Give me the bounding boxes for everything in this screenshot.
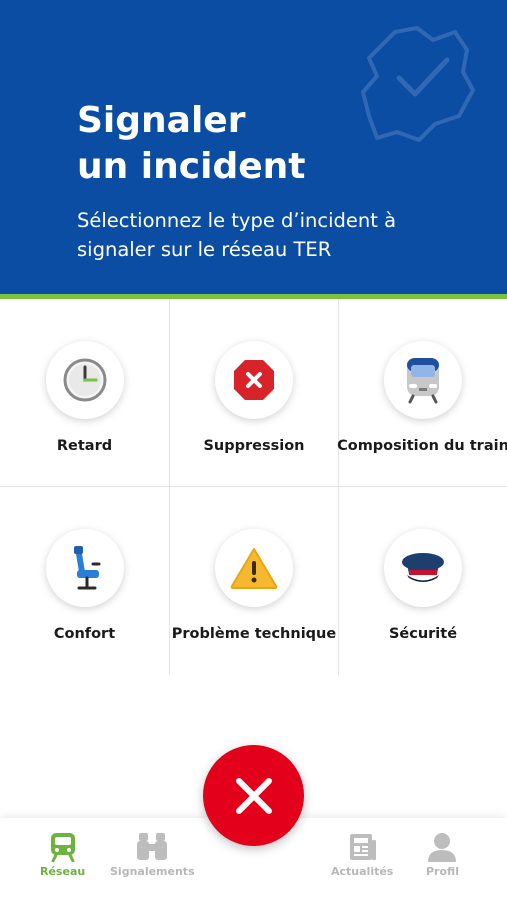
clock-icon	[63, 358, 106, 402]
incident-probleme-technique[interactable]: Problème technique	[169, 487, 338, 675]
incident-retard[interactable]: Retard	[0, 299, 169, 487]
tab-profil[interactable]: Profil	[426, 832, 459, 878]
officer-cap-icon	[402, 553, 444, 582]
incident-label: Problème technique	[171, 626, 337, 642]
incident-label: Composition du train	[337, 438, 507, 454]
tab-label: Signalements	[110, 865, 195, 878]
icon-circle	[215, 341, 293, 419]
incident-label: Sécurité	[388, 626, 458, 642]
incident-type-grid: Retard Suppression Composition du train	[0, 299, 507, 675]
binoculars-icon	[137, 833, 168, 860]
incident-label: Confort	[53, 626, 116, 642]
page-title: Signaler un incident	[77, 98, 457, 190]
icon-circle	[45, 341, 124, 419]
incident-label: Suppression	[203, 438, 305, 454]
close-button[interactable]	[203, 745, 304, 846]
cancel-octagon-icon	[234, 360, 274, 400]
tab-signalements[interactable]: Signalements	[110, 832, 195, 878]
tab-label: Actualités	[331, 865, 394, 878]
incident-confort[interactable]: Confort	[0, 487, 169, 675]
incident-label: Retard	[56, 438, 113, 454]
close-icon	[235, 777, 272, 814]
icon-circle	[45, 529, 124, 607]
icon-circle	[215, 529, 293, 607]
user-icon	[428, 833, 457, 862]
icon-circle	[384, 341, 462, 419]
page-subtitle: Sélectionnez le type d’incident à signal…	[77, 209, 397, 261]
incident-suppression[interactable]: Suppression	[169, 299, 338, 487]
tab-label: Réseau	[40, 865, 86, 878]
page-title-line1: Signaler	[77, 100, 246, 141]
page-title-line2: un incident	[77, 146, 306, 187]
seat-icon	[73, 546, 100, 590]
incident-securite[interactable]: Sécurité	[338, 487, 507, 675]
newspaper-icon	[350, 834, 377, 860]
train-icon	[50, 833, 75, 862]
tab-label: Profil	[426, 865, 459, 878]
warning-icon	[230, 548, 278, 589]
incident-composition-du-train[interactable]: Composition du train	[337, 299, 507, 487]
train-front-icon	[407, 358, 439, 404]
tab-actualites[interactable]: Actualités	[331, 832, 393, 878]
header: Signaler un incident Sélectionnez le typ…	[0, 0, 507, 294]
icon-circle	[384, 529, 462, 607]
tab-reseau[interactable]: Réseau	[40, 832, 85, 878]
